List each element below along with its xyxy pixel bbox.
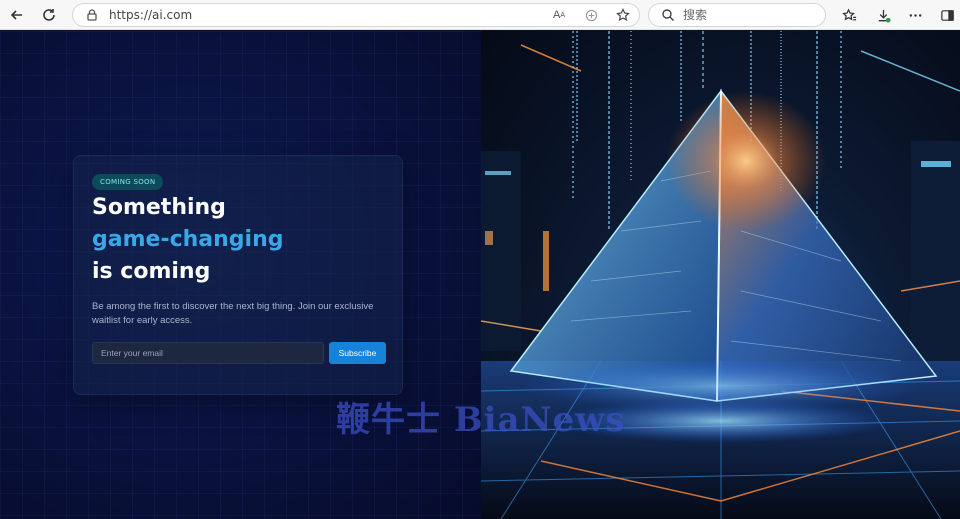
- translate-icon[interactable]: [583, 7, 599, 23]
- search-icon: [662, 9, 674, 21]
- hero-title-line-3: is coming: [92, 259, 211, 284]
- coming-soon-badge: COMING SOON: [92, 174, 164, 190]
- more-icon: [909, 13, 921, 17]
- lock-icon[interactable]: [85, 8, 99, 22]
- glowing-pyramid-illustration: [481, 31, 960, 519]
- read-aloud-icon[interactable]: AA: [551, 7, 567, 23]
- subscribe-button[interactable]: Subscribe: [329, 342, 386, 364]
- hero-image-glowing-pyramid: [481, 31, 960, 519]
- hero-title-line-1: Something: [92, 195, 226, 220]
- favorites-icon: [841, 7, 856, 20]
- hero-section: COMING SOON Something game-changing is c…: [0, 31, 481, 519]
- downloads-button[interactable]: [872, 4, 894, 26]
- refresh-button[interactable]: [36, 2, 62, 28]
- sidebar-icon: [940, 9, 954, 21]
- hero-description: Be among the first to discover the next …: [92, 301, 374, 326]
- url-text[interactable]: https://ai.com: [109, 8, 192, 22]
- browser-toolbar: https://ai.com AA: [0, 0, 960, 30]
- bianews-watermark: 鞭牛士 BiaNews: [336, 400, 626, 440]
- hero-title-line-2: game-changing: [92, 227, 284, 252]
- favorites-button[interactable]: [838, 4, 860, 26]
- downloads-icon: [878, 9, 891, 23]
- favorite-star-icon[interactable]: [615, 7, 631, 23]
- back-button[interactable]: [4, 2, 30, 28]
- refresh-icon: [43, 9, 55, 21]
- waitlist-card: COMING SOON Something game-changing is c…: [73, 155, 403, 395]
- sidebar-button[interactable]: [936, 4, 958, 26]
- email-input[interactable]: [92, 342, 324, 364]
- more-button[interactable]: [904, 4, 926, 26]
- address-bar[interactable]: https://ai.com AA: [72, 3, 640, 27]
- back-icon: [10, 10, 22, 20]
- browser-search-input[interactable]: [683, 7, 813, 23]
- browser-search-box[interactable]: [648, 3, 826, 27]
